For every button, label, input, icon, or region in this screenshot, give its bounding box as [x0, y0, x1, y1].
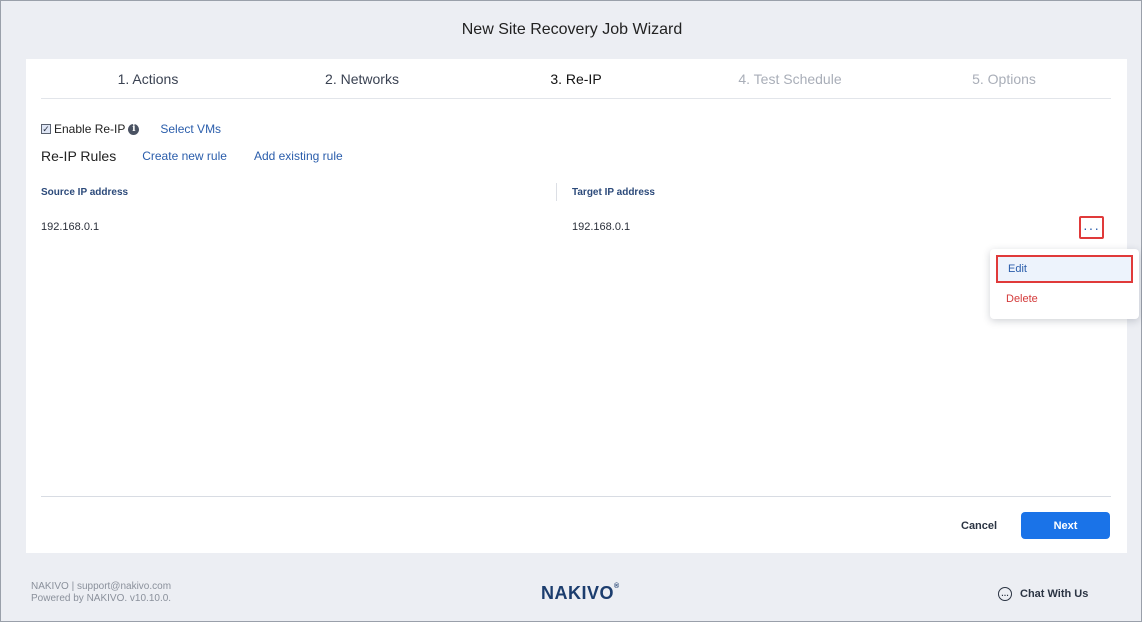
wizard-card: 1. Actions 2. Networks 3. Re-IP 4. Test … [26, 59, 1139, 553]
footer-info: NAKIVO | support@nakivo.com Powered by N… [31, 581, 171, 605]
column-header-target-ip[interactable]: Target IP address [572, 187, 655, 198]
chat-bubble-icon: … [998, 587, 1012, 601]
wizard-steps: 1. Actions 2. Networks 3. Re-IP 4. Test … [41, 59, 1111, 99]
add-existing-rule-link[interactable]: Add existing rule [254, 149, 343, 163]
step-actions[interactable]: 1. Actions [41, 59, 255, 98]
step-re-ip[interactable]: 3. Re-IP [469, 59, 683, 98]
app-window: New Site Recovery Job Wizard 1. Actions … [0, 0, 1142, 622]
row-context-menu: Edit Delete [990, 249, 1139, 319]
re-ip-rules-toolbar: Re-IP Rules Create new rule Add existing… [41, 147, 343, 165]
re-ip-rules-title: Re-IP Rules [41, 148, 117, 164]
footer-support-text: NAKIVO | support@nakivo.com [31, 581, 172, 592]
window-title: New Site Recovery Job Wizard [461, 21, 683, 38]
enable-re-ip-label[interactable]: Enable Re-IP [54, 122, 125, 136]
row-target-ip: 192.168.0.1 [572, 221, 631, 233]
menu-item-delete[interactable]: Delete [996, 285, 1133, 313]
menu-item-edit[interactable]: Edit [996, 255, 1133, 283]
column-divider[interactable] [556, 183, 557, 201]
nakivo-logo: NAKIVO® [541, 583, 620, 604]
next-button[interactable]: Next [1021, 512, 1110, 539]
info-icon[interactable]: i [128, 123, 140, 135]
cancel-button[interactable]: Cancel [961, 513, 997, 539]
enable-re-ip-checkbox[interactable]: ✓ [41, 124, 51, 134]
actions-divider [41, 496, 1111, 497]
chat-label: Chat With Us [1020, 588, 1089, 600]
step-options: 5. Options [972, 70, 1036, 87]
column-header-source-ip[interactable]: Source IP address [41, 187, 128, 198]
re-ip-options: ✓ Enable Re-IP i Select VMs [41, 121, 221, 137]
step-test-schedule: 4. Test Schedule [738, 70, 842, 87]
create-new-rule-link[interactable]: Create new rule [142, 149, 227, 163]
brand-name: NAKIVO [541, 583, 615, 603]
select-vms-link[interactable]: Select VMs [160, 122, 221, 136]
brand-mark: ® [614, 583, 620, 590]
step-networks[interactable]: 2. Networks [255, 59, 469, 98]
footer-version-text: Powered by NAKIVO. v10.10.0. [31, 593, 172, 604]
row-source-ip: 192.168.0.1 [41, 221, 100, 233]
row-more-actions-button[interactable]: ··· [1079, 216, 1104, 239]
chat-with-us-button[interactable]: … Chat With Us [998, 587, 1088, 601]
